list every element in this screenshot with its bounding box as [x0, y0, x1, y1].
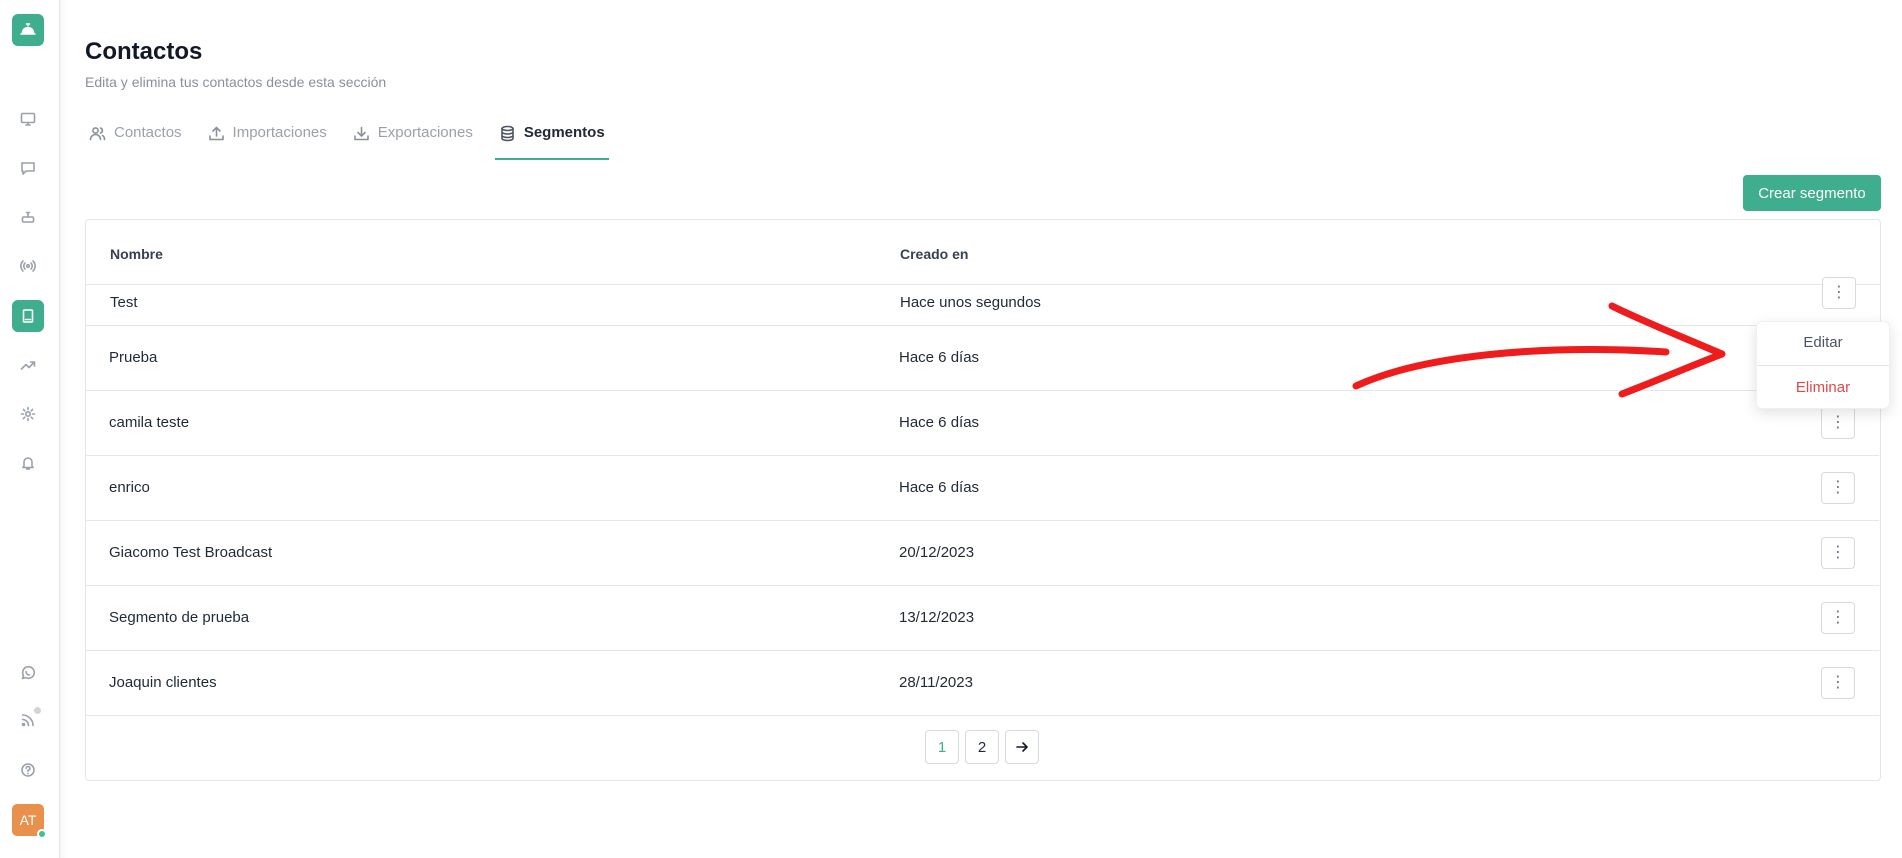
tab-segmentos[interactable]: Segmentos	[494, 118, 609, 160]
app: AT Contactos Edita y elimina tus contact…	[0, 0, 1902, 858]
notification-dot	[34, 707, 41, 714]
segment-name: Prueba	[109, 349, 158, 366]
tab-contactos[interactable]: Contactos	[85, 118, 186, 160]
kebab-icon: ⋮	[1830, 609, 1846, 626]
help-icon[interactable]	[14, 756, 42, 784]
kebab-icon: ⋮	[1831, 284, 1847, 301]
row-actions-button[interactable]: ⋮	[1821, 472, 1855, 504]
segment-name: Giacomo Test Broadcast	[109, 544, 273, 561]
segment-created: Hace 6 días	[899, 479, 980, 496]
logo-bell-icon[interactable]	[12, 14, 44, 46]
row-actions-button[interactable]: ⋮	[1821, 602, 1855, 634]
tab-label: Exportaciones	[377, 124, 473, 141]
tab-importaciones[interactable]: Importaciones	[204, 118, 331, 160]
page-button-1[interactable]: 1	[925, 730, 959, 764]
segment-created: 20/12/2023	[899, 544, 975, 561]
tab-exportaciones[interactable]: Exportaciones	[349, 118, 477, 160]
table-row: Joaquin clientes 28/11/2023 ⋮	[85, 651, 1879, 716]
tab-label: Contactos	[114, 124, 182, 141]
next-page-button[interactable]	[1005, 730, 1039, 764]
avatar[interactable]: AT	[12, 804, 47, 839]
row-actions-button[interactable]: ⋮	[1821, 407, 1855, 439]
table-row: camila teste Hace 6 días ⋮	[85, 391, 1879, 456]
rss-icon[interactable]	[14, 706, 42, 734]
segment-name: Test	[110, 294, 138, 311]
page-title: Contactos	[85, 38, 203, 65]
segment-created: Hace 6 días	[899, 414, 980, 431]
bot-icon[interactable]	[14, 203, 42, 231]
page-button-2[interactable]: 2	[965, 730, 999, 764]
segment-name: Joaquin clientes	[109, 674, 217, 691]
row-actions-button[interactable]: ⋮	[1821, 537, 1855, 569]
broadcast-icon[interactable]	[14, 252, 42, 280]
upload-icon	[208, 126, 224, 141]
monitor-icon[interactable]	[14, 105, 42, 133]
tabs: Contactos Importaciones Exportaciones Se…	[85, 118, 627, 160]
row-actions-button[interactable]: ⋮	[1821, 667, 1855, 699]
online-status-dot	[37, 829, 47, 839]
row-actions-button[interactable]: ⋮	[1822, 277, 1856, 309]
create-segment-button[interactable]: Crear segmento	[1743, 175, 1881, 211]
trending-icon[interactable]	[14, 351, 42, 379]
tab-label: Importaciones	[232, 124, 327, 141]
segment-name: camila teste	[109, 414, 190, 431]
segment-created: 13/12/2023	[899, 609, 975, 626]
tab-label: Segmentos	[523, 124, 605, 141]
row-actions-menu: Editar Eliminar	[1756, 321, 1890, 409]
kebab-icon: ⋮	[1830, 479, 1846, 496]
gear-icon[interactable]	[14, 400, 42, 428]
menu-divider	[1757, 365, 1889, 366]
table-row: Test Hace unos segundos ⋮	[86, 220, 1880, 311]
edit-menu-item[interactable]: Editar	[1757, 334, 1889, 351]
book-icon[interactable]	[12, 300, 44, 332]
users-icon	[89, 127, 106, 141]
avatar-initials: AT	[19, 812, 37, 828]
delete-menu-item[interactable]: Eliminar	[1757, 379, 1889, 396]
chat-icon[interactable]	[14, 154, 42, 182]
arrow-right-icon	[1016, 742, 1028, 752]
whatsapp-icon[interactable]	[14, 659, 42, 687]
page-subtitle: Edita y elimina tus contactos desde esta…	[85, 74, 387, 90]
kebab-icon: ⋮	[1830, 674, 1846, 691]
pagination: 1 2	[925, 730, 1039, 764]
bell-icon[interactable]	[14, 449, 42, 477]
segment-name: Segmento de prueba	[109, 609, 250, 626]
database-icon	[501, 125, 514, 142]
segment-name: enrico	[109, 479, 150, 496]
segment-created: Hace unos segundos	[900, 294, 1041, 311]
kebab-icon: ⋮	[1830, 544, 1846, 561]
segment-created: Hace 6 días	[899, 349, 980, 366]
table-row: Segmento de prueba 13/12/2023 ⋮	[85, 586, 1879, 651]
table-row: enrico Hace 6 días ⋮	[85, 456, 1879, 521]
segment-created: 28/11/2023	[899, 674, 973, 691]
sidebar: AT	[0, 0, 67, 858]
table-row: Giacomo Test Broadcast 20/12/2023 ⋮	[85, 521, 1879, 586]
kebab-icon: ⋮	[1830, 414, 1846, 431]
download-icon	[353, 126, 369, 141]
table-row: Prueba Hace 6 días	[85, 326, 1879, 391]
